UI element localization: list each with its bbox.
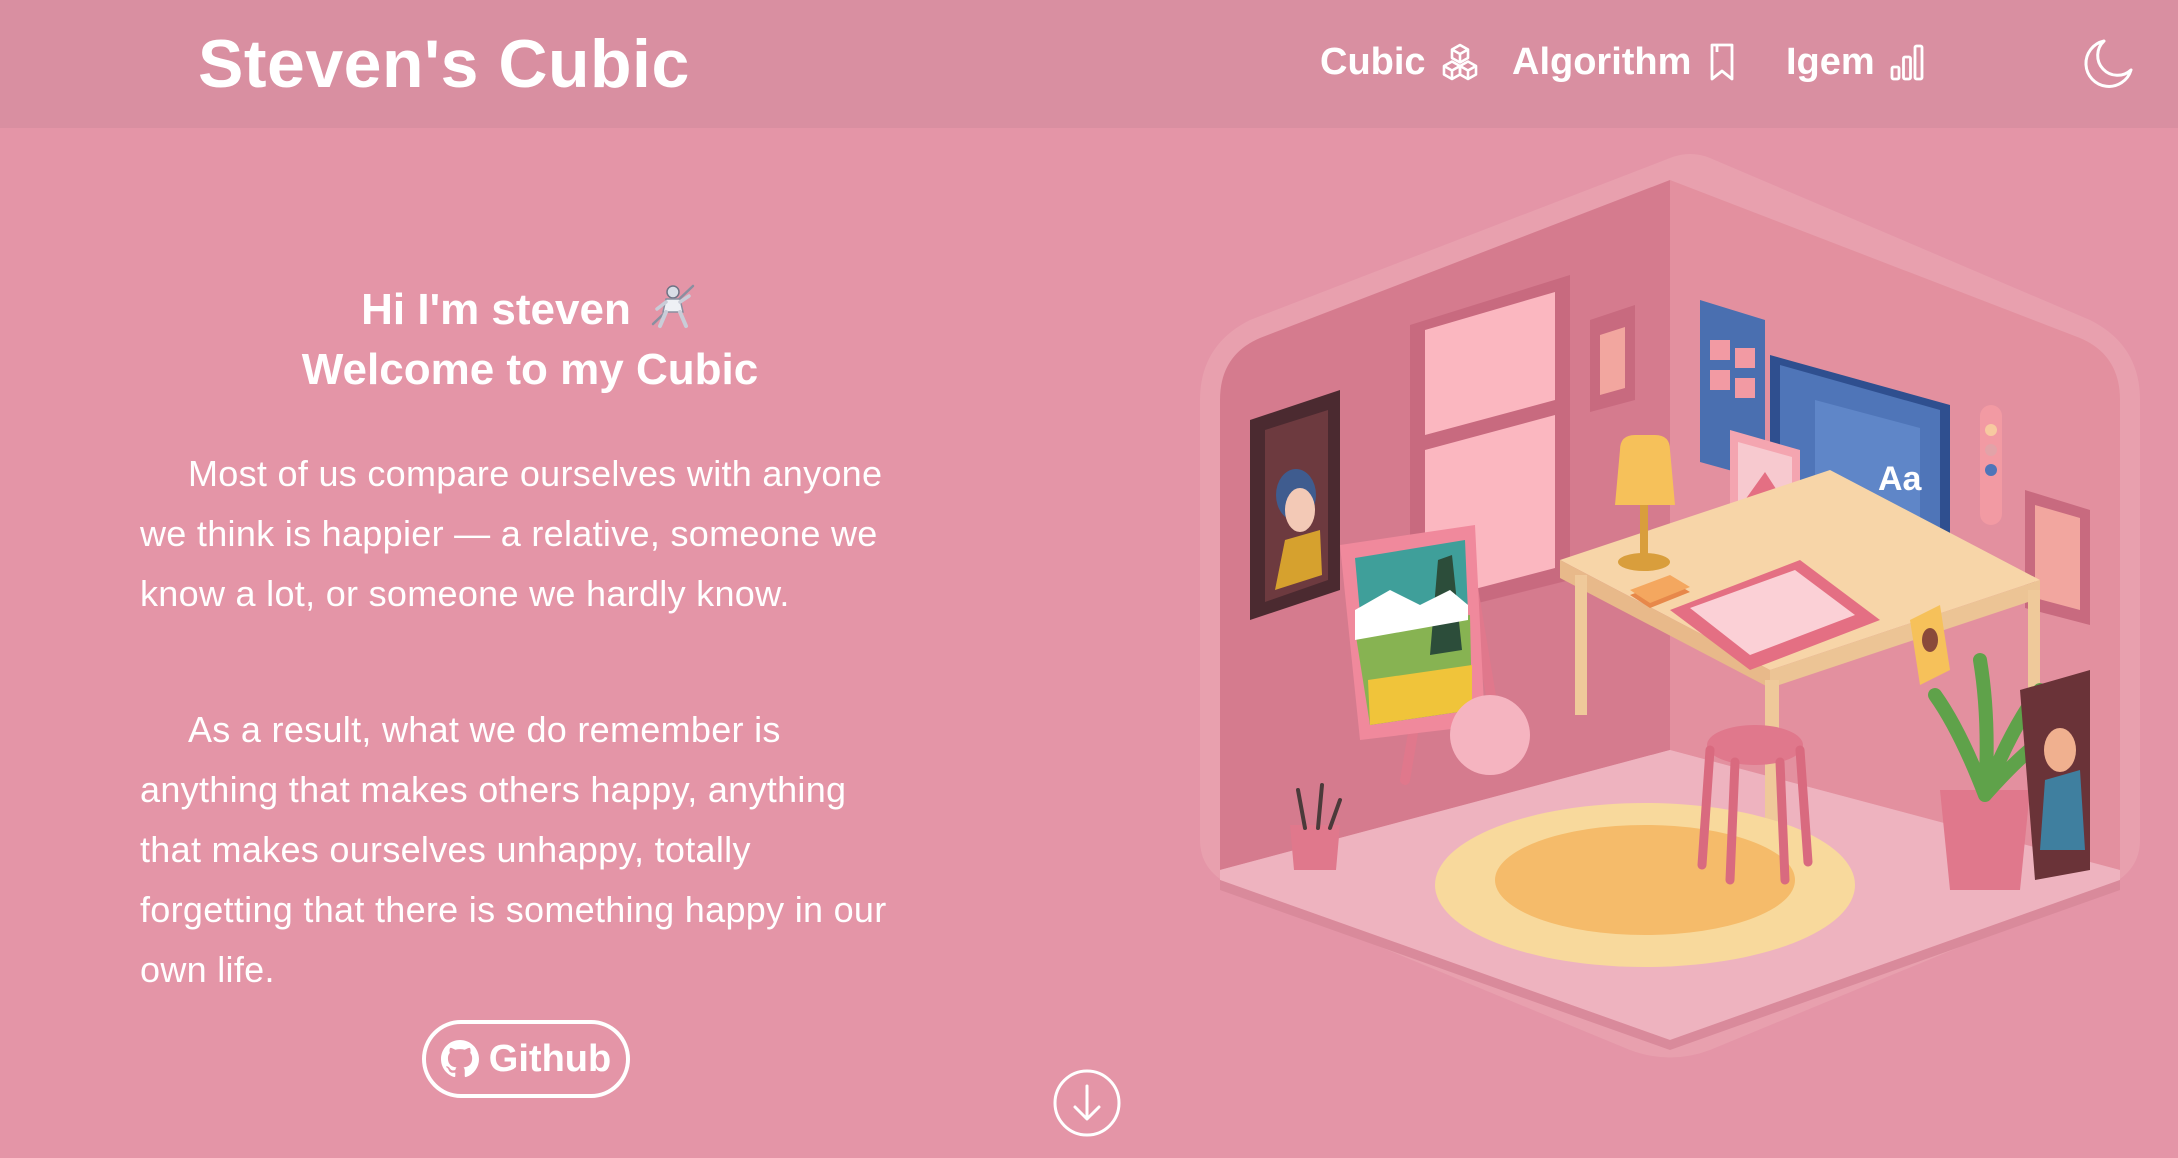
- github-button-label: Github: [488, 1037, 612, 1080]
- cubes-icon: [1442, 43, 1477, 81]
- nav-item-label: Cubic: [1320, 41, 1426, 83]
- fencer-icon: [651, 284, 695, 328]
- bookmark-icon: [1711, 43, 1734, 81]
- nav-item-cubic[interactable]: Cubic: [1320, 36, 1480, 88]
- isometric-room-illustration: Aa: [1200, 154, 2140, 1058]
- plant-pot: [1940, 790, 2030, 890]
- canvas-text: Aa: [1878, 460, 1923, 498]
- nav-item-igem[interactable]: Igem: [1786, 36, 1925, 88]
- stool: [1707, 725, 1803, 765]
- site-brand[interactable]: Steven's Cubic: [198, 22, 690, 106]
- nav-item-algorithm[interactable]: Algorithm: [1512, 36, 1739, 88]
- greeting-heading: Hi I'm steven Welcome to my Cubic: [140, 280, 920, 400]
- arrow-down-circle-icon[interactable]: [1052, 1068, 1122, 1138]
- nav-item-label: Igem: [1786, 41, 1875, 83]
- greeting-line-1: Hi I'm steven: [140, 280, 920, 340]
- intro-paragraph-1: Most of us compare ourselves with anyone…: [140, 453, 883, 614]
- intro-paragraph-2: As a result, what we do remember is anyt…: [140, 709, 887, 990]
- github-icon: [440, 1040, 479, 1078]
- top-nav-bar: Steven's Cubic Cubic Algorithm Igem: [0, 0, 2178, 128]
- greeting-line-2: Welcome to my Cubic: [301, 345, 759, 394]
- github-button[interactable]: Github: [422, 1020, 630, 1098]
- greeting-text: Hi I'm steven: [361, 285, 631, 334]
- signal-bars-icon: [1890, 44, 1924, 81]
- moon-icon[interactable]: [2080, 36, 2136, 92]
- desk-lamp: [1615, 435, 1675, 505]
- nav-item-label: Algorithm: [1512, 41, 1692, 83]
- pink-ball: [1450, 695, 1530, 775]
